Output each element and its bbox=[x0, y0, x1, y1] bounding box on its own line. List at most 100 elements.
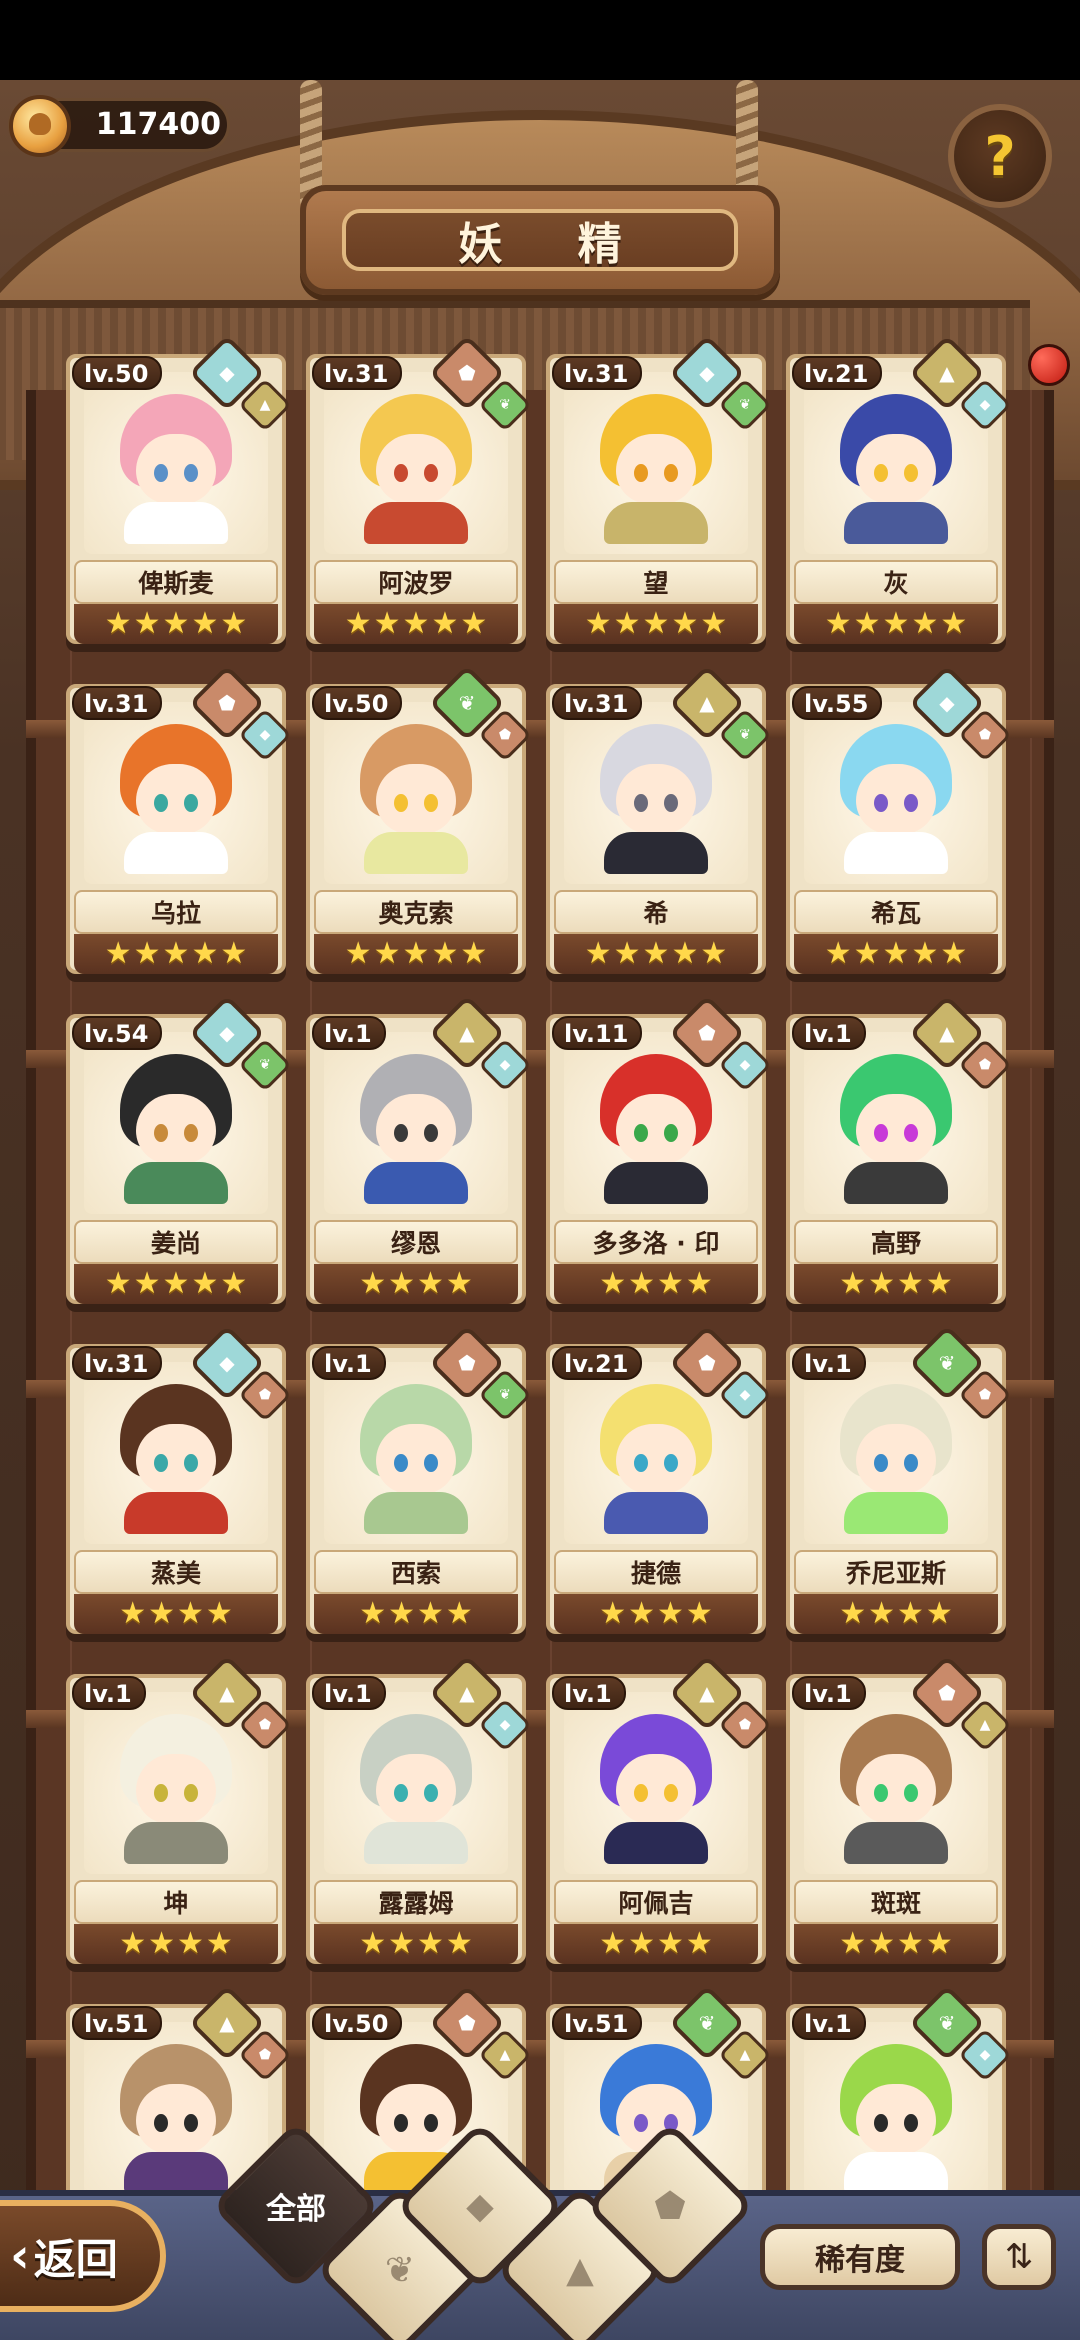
fairy-card[interactable]: ⬟ ◆ lv.11 多多洛 · 印 ★ ★ ★ ★ bbox=[542, 994, 772, 1306]
level-badge: lv.51 bbox=[552, 2006, 643, 2040]
star-icon: ★ bbox=[839, 1596, 867, 1631]
star-icon: ★ bbox=[133, 936, 161, 971]
fairy-portrait bbox=[594, 394, 718, 544]
fairy-name: 多多洛 · 印 bbox=[592, 1229, 720, 1258]
star-icon: ★ bbox=[133, 1266, 161, 1301]
fairy-name: 乌拉 bbox=[150, 899, 201, 928]
ladybug-icon bbox=[1028, 344, 1070, 386]
star-icon: ★ bbox=[388, 1926, 415, 1961]
fairy-card[interactable]: ⬟ ◆ lv.21 捷德 ★ ★ ★ ★ bbox=[542, 1324, 772, 1636]
fairy-card[interactable]: ⬟ ▲ lv.1 斑斑 ★ ★ ★ ★ bbox=[782, 1654, 1012, 1966]
star-icon: ★ bbox=[445, 1266, 473, 1301]
sort-by-rarity-button[interactable]: 稀有度 bbox=[760, 2224, 960, 2290]
star-icon: ★ bbox=[220, 606, 248, 641]
fairy-portrait bbox=[834, 394, 958, 544]
fairy-card[interactable]: ❦ ⬟ lv.50 奥克索 ★ ★ ★ ★ ★ bbox=[302, 664, 532, 976]
level-badge: lv.1 bbox=[312, 1676, 386, 1710]
star-icon: ★ bbox=[191, 936, 219, 971]
star-icon: ★ bbox=[824, 936, 852, 971]
star-icon: ★ bbox=[925, 1266, 953, 1301]
star-rating: ★ ★ ★ ★ ★ bbox=[74, 934, 278, 974]
star-icon: ★ bbox=[628, 1266, 655, 1301]
fairy-name: 缪恩 bbox=[390, 1229, 441, 1258]
fairy-name-banner: 乔尼亚斯 bbox=[794, 1550, 998, 1594]
fairy-card[interactable]: ◆ ⬟ lv.55 希瓦 ★ ★ ★ ★ ★ bbox=[782, 664, 1012, 976]
level-badge: lv.11 bbox=[552, 1016, 643, 1050]
fairy-name-banner: 高野 bbox=[794, 1220, 998, 1264]
currency-value: 117400 bbox=[95, 107, 221, 142]
star-icon: ★ bbox=[104, 936, 132, 971]
star-icon: ★ bbox=[162, 606, 190, 641]
fairy-card[interactable]: ◆ ❦ lv.31 望 ★ ★ ★ ★ ★ bbox=[542, 334, 772, 646]
level-badge: lv.1 bbox=[312, 1016, 386, 1050]
rock-icon: ⬟ bbox=[654, 2185, 686, 2227]
star-icon: ★ bbox=[868, 1596, 895, 1631]
star-icon: ★ bbox=[882, 606, 910, 641]
fairy-name: 俾斯麦 bbox=[138, 569, 214, 598]
fairy-card[interactable]: ⬟ ◆ lv.31 乌拉 ★ ★ ★ ★ ★ bbox=[62, 664, 292, 976]
star-icon: ★ bbox=[177, 1926, 204, 1961]
fairy-card[interactable]: ⬟ ❦ lv.31 阿波罗 ★ ★ ★ ★ ★ bbox=[302, 334, 532, 646]
fairy-name: 露露姆 bbox=[378, 1889, 454, 1918]
back-button[interactable]: ‹ 返回 bbox=[0, 2200, 166, 2312]
star-icon: ★ bbox=[205, 1926, 233, 1961]
fairy-portrait bbox=[114, 1714, 238, 1864]
fairy-portrait bbox=[114, 724, 238, 874]
fairy-portrait bbox=[114, 1384, 238, 1534]
star-rating: ★ ★ ★ ★ bbox=[554, 1924, 758, 1964]
fairy-name: 望 bbox=[643, 569, 669, 598]
level-badge: lv.31 bbox=[552, 686, 643, 720]
fairy-card[interactable]: ◆ ▲ lv.50 俾斯麦 ★ ★ ★ ★ ★ bbox=[62, 334, 292, 646]
fairy-portrait bbox=[834, 2044, 958, 2194]
star-icon: ★ bbox=[359, 1266, 387, 1301]
level-badge: lv.31 bbox=[72, 686, 163, 720]
fairy-name-banner: 希 bbox=[554, 890, 758, 934]
star-icon: ★ bbox=[824, 606, 852, 641]
star-icon: ★ bbox=[700, 606, 728, 641]
level-badge: lv.31 bbox=[72, 1346, 163, 1380]
fairy-name: 坤 bbox=[163, 1889, 189, 1918]
fairy-card[interactable]: ▲ ❦ lv.31 希 ★ ★ ★ ★ ★ bbox=[542, 664, 772, 976]
star-rating: ★ ★ ★ ★ bbox=[314, 1594, 518, 1634]
sort-order-button[interactable]: ⇅ bbox=[982, 2224, 1056, 2290]
level-badge: lv.1 bbox=[792, 2006, 866, 2040]
star-rating: ★ ★ ★ ★ ★ bbox=[794, 934, 998, 974]
fairy-card[interactable]: ▲ ⬟ lv.1 阿佩吉 ★ ★ ★ ★ bbox=[542, 1654, 772, 1966]
star-icon: ★ bbox=[868, 1926, 895, 1961]
star-icon: ★ bbox=[220, 1266, 248, 1301]
star-icon: ★ bbox=[584, 936, 612, 971]
star-icon: ★ bbox=[642, 606, 670, 641]
fairy-card[interactable]: ▲ ⬟ lv.1 高野 ★ ★ ★ ★ bbox=[782, 994, 1012, 1306]
level-badge: lv.1 bbox=[72, 1676, 146, 1710]
star-icon: ★ bbox=[897, 1926, 924, 1961]
level-badge: lv.1 bbox=[552, 1676, 626, 1710]
fairy-portrait bbox=[354, 724, 478, 874]
help-button[interactable]: ? bbox=[948, 104, 1052, 208]
fairy-name-banner: 缪恩 bbox=[314, 1220, 518, 1264]
water-drop-icon: ◆ bbox=[466, 2185, 494, 2227]
fairy-card[interactable]: ◆ ⬟ lv.31 蒸美 ★ ★ ★ ★ bbox=[62, 1324, 292, 1636]
fairy-portrait bbox=[354, 1384, 478, 1534]
fairy-name: 斑斑 bbox=[870, 1889, 921, 1918]
star-icon: ★ bbox=[205, 1596, 233, 1631]
fairy-card[interactable]: ⬟ ❦ lv.1 西索 ★ ★ ★ ★ bbox=[302, 1324, 532, 1636]
level-badge: lv.31 bbox=[312, 356, 403, 390]
star-rating: ★ ★ ★ ★ bbox=[794, 1594, 998, 1634]
star-icon: ★ bbox=[417, 1926, 444, 1961]
fairy-name-banner: 望 bbox=[554, 560, 758, 604]
fairy-card[interactable]: ▲ ◆ lv.21 灰 ★ ★ ★ ★ ★ bbox=[782, 334, 1012, 646]
star-icon: ★ bbox=[373, 606, 401, 641]
level-badge: lv.50 bbox=[312, 686, 403, 720]
fairy-card[interactable]: ▲ ◆ lv.1 露露姆 ★ ★ ★ ★ bbox=[302, 1654, 532, 1966]
fairy-card[interactable]: ◆ ❦ lv.54 姜尚 ★ ★ ★ ★ ★ bbox=[62, 994, 292, 1306]
star-rating: ★ ★ ★ ★ ★ bbox=[314, 604, 518, 644]
sort-order-icon: ⇅ bbox=[1004, 2237, 1034, 2277]
fairy-portrait bbox=[354, 1054, 478, 1204]
fairy-card[interactable]: ▲ ◆ lv.1 缪恩 ★ ★ ★ ★ bbox=[302, 994, 532, 1306]
fairy-name-banner: 阿波罗 bbox=[314, 560, 518, 604]
fairy-card[interactable]: ❦ ⬟ lv.1 乔尼亚斯 ★ ★ ★ ★ bbox=[782, 1324, 1012, 1636]
star-rating: ★ ★ ★ ★ bbox=[314, 1924, 518, 1964]
star-icon: ★ bbox=[220, 936, 248, 971]
fairy-portrait bbox=[114, 2044, 238, 2194]
fairy-card[interactable]: ▲ ⬟ lv.1 坤 ★ ★ ★ ★ bbox=[62, 1654, 292, 1966]
